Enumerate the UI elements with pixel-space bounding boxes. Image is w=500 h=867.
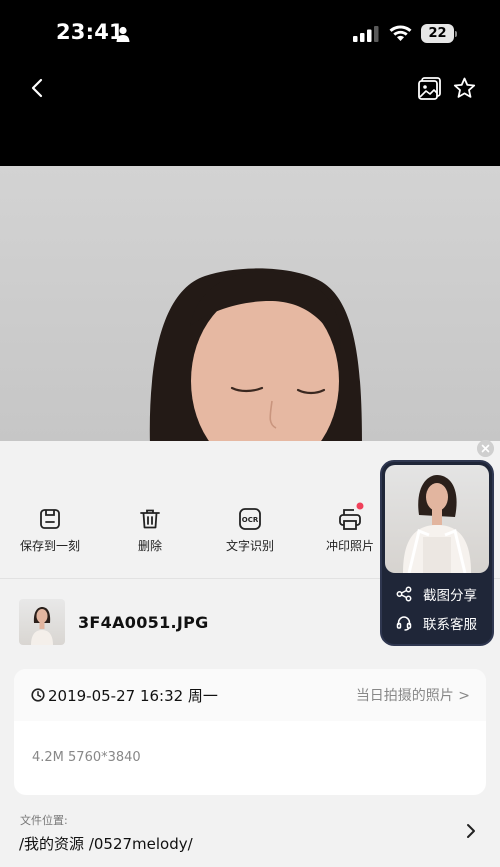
photo-preview[interactable] xyxy=(0,166,500,446)
save-to-yike-button[interactable]: 保存到一刻 xyxy=(5,507,95,554)
screenshot-share-label: 截图分享 xyxy=(423,588,477,604)
battery-level: 22 xyxy=(428,26,447,41)
save-to-yike-label: 保存到一刻 xyxy=(19,539,80,553)
close-icon[interactable] xyxy=(477,440,494,457)
trash-icon xyxy=(140,509,160,529)
clock-icon xyxy=(31,688,45,702)
svg-text:OCR: OCR xyxy=(242,516,259,524)
contact-support-label: 联系客服 xyxy=(423,617,477,633)
save-icon xyxy=(40,509,60,529)
battery-indicator: 22 xyxy=(421,24,457,43)
file-thumbnail xyxy=(19,599,65,645)
ocr-icon: OCR xyxy=(239,508,261,530)
status-bar: 23:41 22 xyxy=(0,0,500,66)
portrait-image xyxy=(149,268,362,446)
cellular-signal-icon xyxy=(353,26,379,42)
chevron-right-icon[interactable] xyxy=(466,823,476,839)
photo-info-card: 2019-05-27 16:32 周一 当日拍摄的照片 > 4.2M 5760*… xyxy=(14,669,486,795)
screenshot-share-popup: 截图分享 联系客服 xyxy=(380,460,494,646)
ocr-button[interactable]: OCR 文字识别 xyxy=(205,507,295,554)
back-chevron-icon[interactable] xyxy=(26,76,50,100)
delete-button[interactable]: 删除 xyxy=(105,507,195,554)
file-location-label: 文件位置: xyxy=(20,814,68,827)
print-icon xyxy=(339,502,364,530)
ocr-label: 文字识别 xyxy=(225,539,274,553)
person-icon xyxy=(116,26,130,42)
file-location-path[interactable]: /我的资源 /0527melody/ xyxy=(19,833,193,854)
nav-bar xyxy=(0,66,500,166)
battery-cap xyxy=(455,31,457,37)
screenshot-thumbnail[interactable] xyxy=(385,465,489,573)
file-name: 3F4A0051.JPG xyxy=(78,613,209,632)
share-icon xyxy=(396,586,412,602)
action-row: 保存到一刻 删除 OCR 文字识别 冲印照片 xyxy=(0,502,400,567)
same-day-photos-link[interactable]: 当日拍摄的照片 > xyxy=(356,685,470,705)
headset-icon xyxy=(396,616,412,631)
file-size-resolution: 4.2M 5760*3840 xyxy=(32,750,141,765)
wifi-icon xyxy=(389,25,412,41)
status-time: 23:41 xyxy=(56,20,124,44)
notification-dot xyxy=(356,502,364,510)
gallery-icon[interactable] xyxy=(417,76,442,101)
delete-label: 删除 xyxy=(137,539,162,553)
info-card-header: 2019-05-27 16:32 周一 当日拍摄的照片 > xyxy=(14,669,486,721)
capture-datetime: 2019-05-27 16:32 周一 xyxy=(48,687,218,705)
star-icon[interactable] xyxy=(452,76,477,101)
